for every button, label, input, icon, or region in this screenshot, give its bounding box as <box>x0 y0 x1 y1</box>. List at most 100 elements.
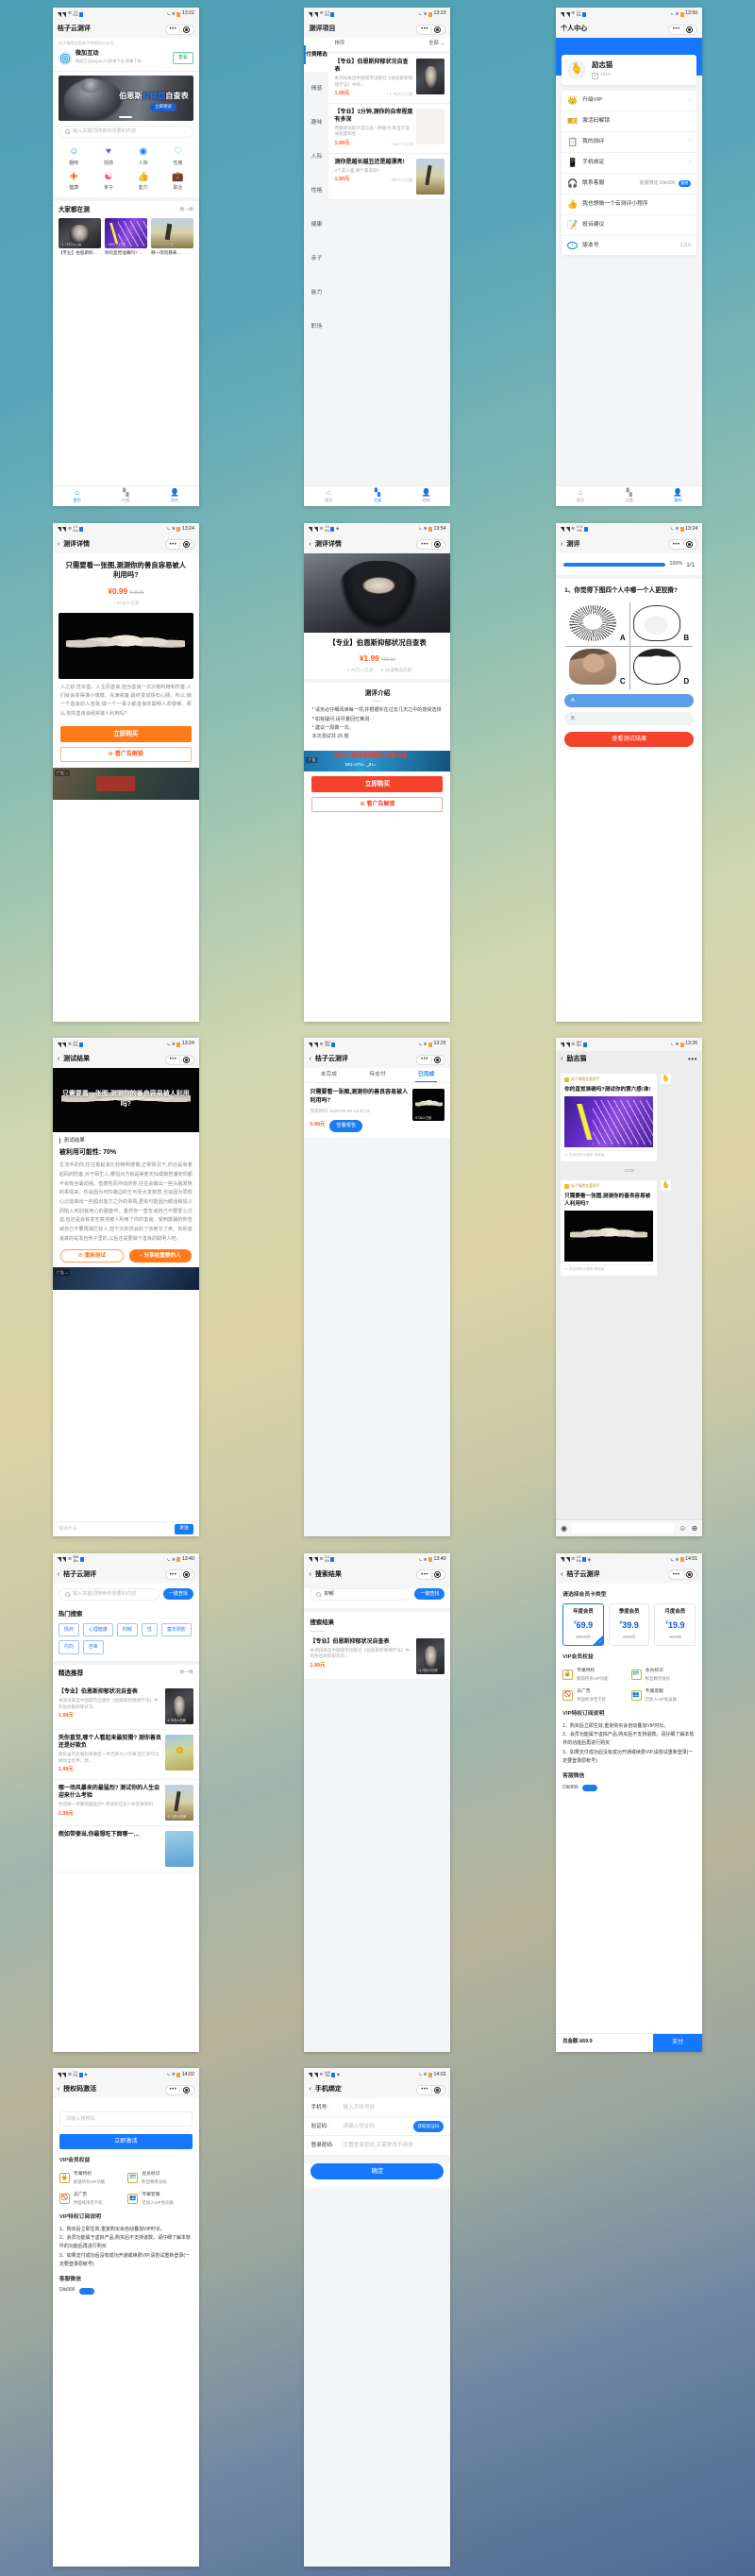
category-item-1[interactable]: ♥ 情感 <box>92 146 126 167</box>
close-icon[interactable] <box>434 25 442 33</box>
category-item-3[interactable]: ♡ 性格 <box>160 146 195 167</box>
menu-item-vip[interactable]: 👑 升级VIP › <box>562 91 697 111</box>
choice-image-a[interactable]: A <box>565 602 629 646</box>
product-row[interactable]: 【专业】1分钟,测你的自卑程度有多深 克服紧张提升自信是一种能力,来自于自身能量… <box>328 104 451 154</box>
more-icon[interactable]: ••• <box>170 2087 177 2093</box>
sidebar-item-emotion[interactable]: 情感 <box>304 72 328 106</box>
back-button[interactable]: ‹ <box>561 540 562 550</box>
close-icon[interactable] <box>182 1571 190 1579</box>
back-button[interactable]: ‹ <box>58 1055 59 1064</box>
plus-icon[interactable]: ⊕ <box>691 1523 697 1534</box>
wechat-capsule[interactable]: ••• <box>164 2084 194 2095</box>
chip-2[interactable]: 抑郁 <box>116 1623 138 1637</box>
option-a[interactable]: A <box>564 694 695 708</box>
retry-button[interactable]: ⟳ 重新测试 <box>59 1249 125 1263</box>
tab-category[interactable]: ▚ 分类 <box>102 486 151 506</box>
chip-1[interactable]: 心理健康 <box>82 1623 113 1637</box>
field-code[interactable]: 验证码: 请输入验证码 获取验证码 <box>304 2117 451 2137</box>
chat-text-input[interactable] <box>572 1523 675 1534</box>
choice-image-c[interactable]: C <box>565 646 629 689</box>
menu-item-support[interactable]: 🎧 联系客服 客服微信 Diki996 复制 <box>562 174 697 195</box>
tab-profile[interactable]: 👤 我的 <box>150 486 199 506</box>
search-input[interactable]: 抑郁 <box>310 1587 411 1601</box>
search-input[interactable]: 输入关键词搜索你想要的内容 <box>58 1587 159 1601</box>
refresh-button[interactable]: ◌ 换一换 <box>176 1670 193 1677</box>
tab-incomplete[interactable]: 未完成 <box>304 1068 353 1082</box>
close-icon[interactable] <box>686 1571 694 1579</box>
category-item-4[interactable]: ✚ 健康 <box>57 171 92 192</box>
product-row[interactable]: 测你是越长越丑还是越漂亮! 4个美人面,哪个最美丽? 1.90元 ◔ 6277人已… <box>328 154 451 200</box>
wechat-capsule[interactable]: ••• <box>164 539 194 551</box>
menu-item-build-mini[interactable]: 👍 我也想做一个云测评小程序 <box>562 195 697 215</box>
comment-input[interactable]: 说点什么... <box>59 1526 171 1533</box>
close-icon[interactable] <box>434 1056 442 1063</box>
sidebar-item-fun[interactable]: 趣味 <box>304 106 328 140</box>
product-row[interactable]: 【专业】伯恩斯抑郁状况自查表 本测试来自中国城市出版社《伯恩斯新情绪疗法》中的伯… <box>52 1684 199 1731</box>
mini-program-card[interactable]: 桔子情感恋爱助手 只需要看一张图,测测你的善良容易被人利用吗? ⚯ 未发布的小程… <box>561 1180 658 1277</box>
back-button[interactable]: ‹ <box>58 540 59 550</box>
tab-home[interactable]: ⌂ 首页 <box>556 486 605 506</box>
product-row[interactable]: 假如带便当,你最想吃下面哪一… <box>52 1826 199 1873</box>
back-button[interactable]: ‹ <box>309 1570 310 1580</box>
buy-now-button[interactable]: 立即购买 <box>59 726 192 743</box>
ad-banner[interactable]: 广告 ⌄ <box>52 768 199 801</box>
chip-4[interactable]: 童年阴影 <box>160 1623 192 1637</box>
menu-item-phone-bind[interactable]: 📱 手机绑定 › <box>562 153 697 174</box>
voice-icon[interactable]: ◉ <box>561 1523 567 1534</box>
back-button[interactable]: ‹ <box>309 2085 310 2094</box>
category-item-5[interactable]: ☯ 亲子 <box>92 171 126 192</box>
back-button[interactable]: ‹ <box>58 1570 59 1580</box>
more-icon[interactable]: ••• <box>688 1054 697 1065</box>
popular-card[interactable]: ◔ 1.75万人已测 【专业】伯恩斯抑… <box>58 217 101 257</box>
tab-profile[interactable]: 👤 我的 <box>402 486 451 506</box>
sidebar-item-workplace[interactable]: 职场 <box>304 310 328 344</box>
more-icon[interactable]: ••• <box>673 542 680 548</box>
activation-code-input[interactable]: 请输入授权码 <box>59 2111 193 2127</box>
popular-card-list[interactable]: ◔ 1.75万人已测 【专业】伯恩斯抑… ◔ 6657人已测 你的直觉准确吗? … … <box>53 217 199 261</box>
view-button[interactable]: 查看 <box>172 51 193 65</box>
public-account-card[interactable]: 微加互动 微加互动(vejaa.cn)营销平台,隶属于南… 查看 <box>52 47 199 72</box>
more-icon[interactable]: ••• <box>170 1572 177 1578</box>
close-icon[interactable] <box>182 25 190 33</box>
category-item-6[interactable]: 👍 能力 <box>126 171 160 192</box>
back-button[interactable]: ‹ <box>561 1055 562 1064</box>
wechat-capsule[interactable]: ••• <box>416 1054 446 1065</box>
wechat-capsule[interactable]: ••• <box>416 539 446 551</box>
hero-banner[interactable]: 伯恩斯抑郁症自查表 立即测试 <box>58 75 193 121</box>
tab-home[interactable]: ⌂ 首页 <box>304 486 353 506</box>
back-button[interactable]: ‹ <box>309 540 310 550</box>
more-icon[interactable]: ••• <box>673 26 680 32</box>
view-report-button[interactable]: 查看报告 <box>329 1119 363 1133</box>
wechat-capsule[interactable]: ••• <box>164 1569 194 1581</box>
code-input[interactable]: 请输入验证码 <box>343 2123 405 2130</box>
close-icon[interactable] <box>182 541 190 549</box>
menu-item-activation[interactable]: 🎫 激活码解锁 › <box>562 111 697 132</box>
buy-now-button[interactable]: 立即购买 <box>311 775 444 792</box>
sidebar-item-ability[interactable]: 能力 <box>304 276 328 310</box>
close-icon[interactable] <box>434 1571 442 1579</box>
back-button[interactable]: ‹ <box>561 1570 562 1580</box>
chip-5[interactable]: 内向 <box>58 1640 79 1654</box>
more-icon[interactable]: ••• <box>170 1057 177 1062</box>
close-icon[interactable] <box>686 25 694 33</box>
tab-profile[interactable]: 👤 我的 <box>653 486 702 506</box>
more-icon[interactable]: ••• <box>170 26 177 32</box>
wechat-capsule[interactable]: ••• <box>416 1569 446 1581</box>
category-item-7[interactable]: 💼 职业 <box>160 171 195 192</box>
product-row[interactable]: 凭你直觉,哪个人看起来最狡猾? 测你善良还是好欺负 善良虽然是看起来像是一件芝麻… <box>52 1730 199 1780</box>
pay-button[interactable]: 支付 <box>653 2033 703 2052</box>
wechat-capsule[interactable]: ••• <box>164 24 194 35</box>
sidebar-item-social[interactable]: 人际 <box>304 140 328 174</box>
back-button[interactable]: ‹ <box>58 2085 59 2094</box>
tab-home[interactable]: ⌂ 首页 <box>53 486 102 506</box>
filter-dropdown[interactable]: 全部 ⌄ <box>428 41 445 48</box>
field-password[interactable]: 登录密码: 设置登录密码,无需更改不用填 <box>304 2136 451 2156</box>
tab-completed[interactable]: 已完成 <box>402 1068 451 1083</box>
plan-card-quarterly[interactable]: 季度会员 ¥39.9 69.9元 <box>608 1603 650 1647</box>
sort-label[interactable]: 排序 <box>334 41 344 48</box>
emoji-icon[interactable]: ☺ <box>679 1523 686 1534</box>
watch-ad-button[interactable]: ⊙ 看广告解锁 <box>59 747 192 763</box>
wechat-capsule[interactable]: ••• <box>667 24 698 35</box>
search-button[interactable]: 一键查找 <box>414 1588 445 1601</box>
chip-6[interactable]: 自卑 <box>82 1640 104 1654</box>
